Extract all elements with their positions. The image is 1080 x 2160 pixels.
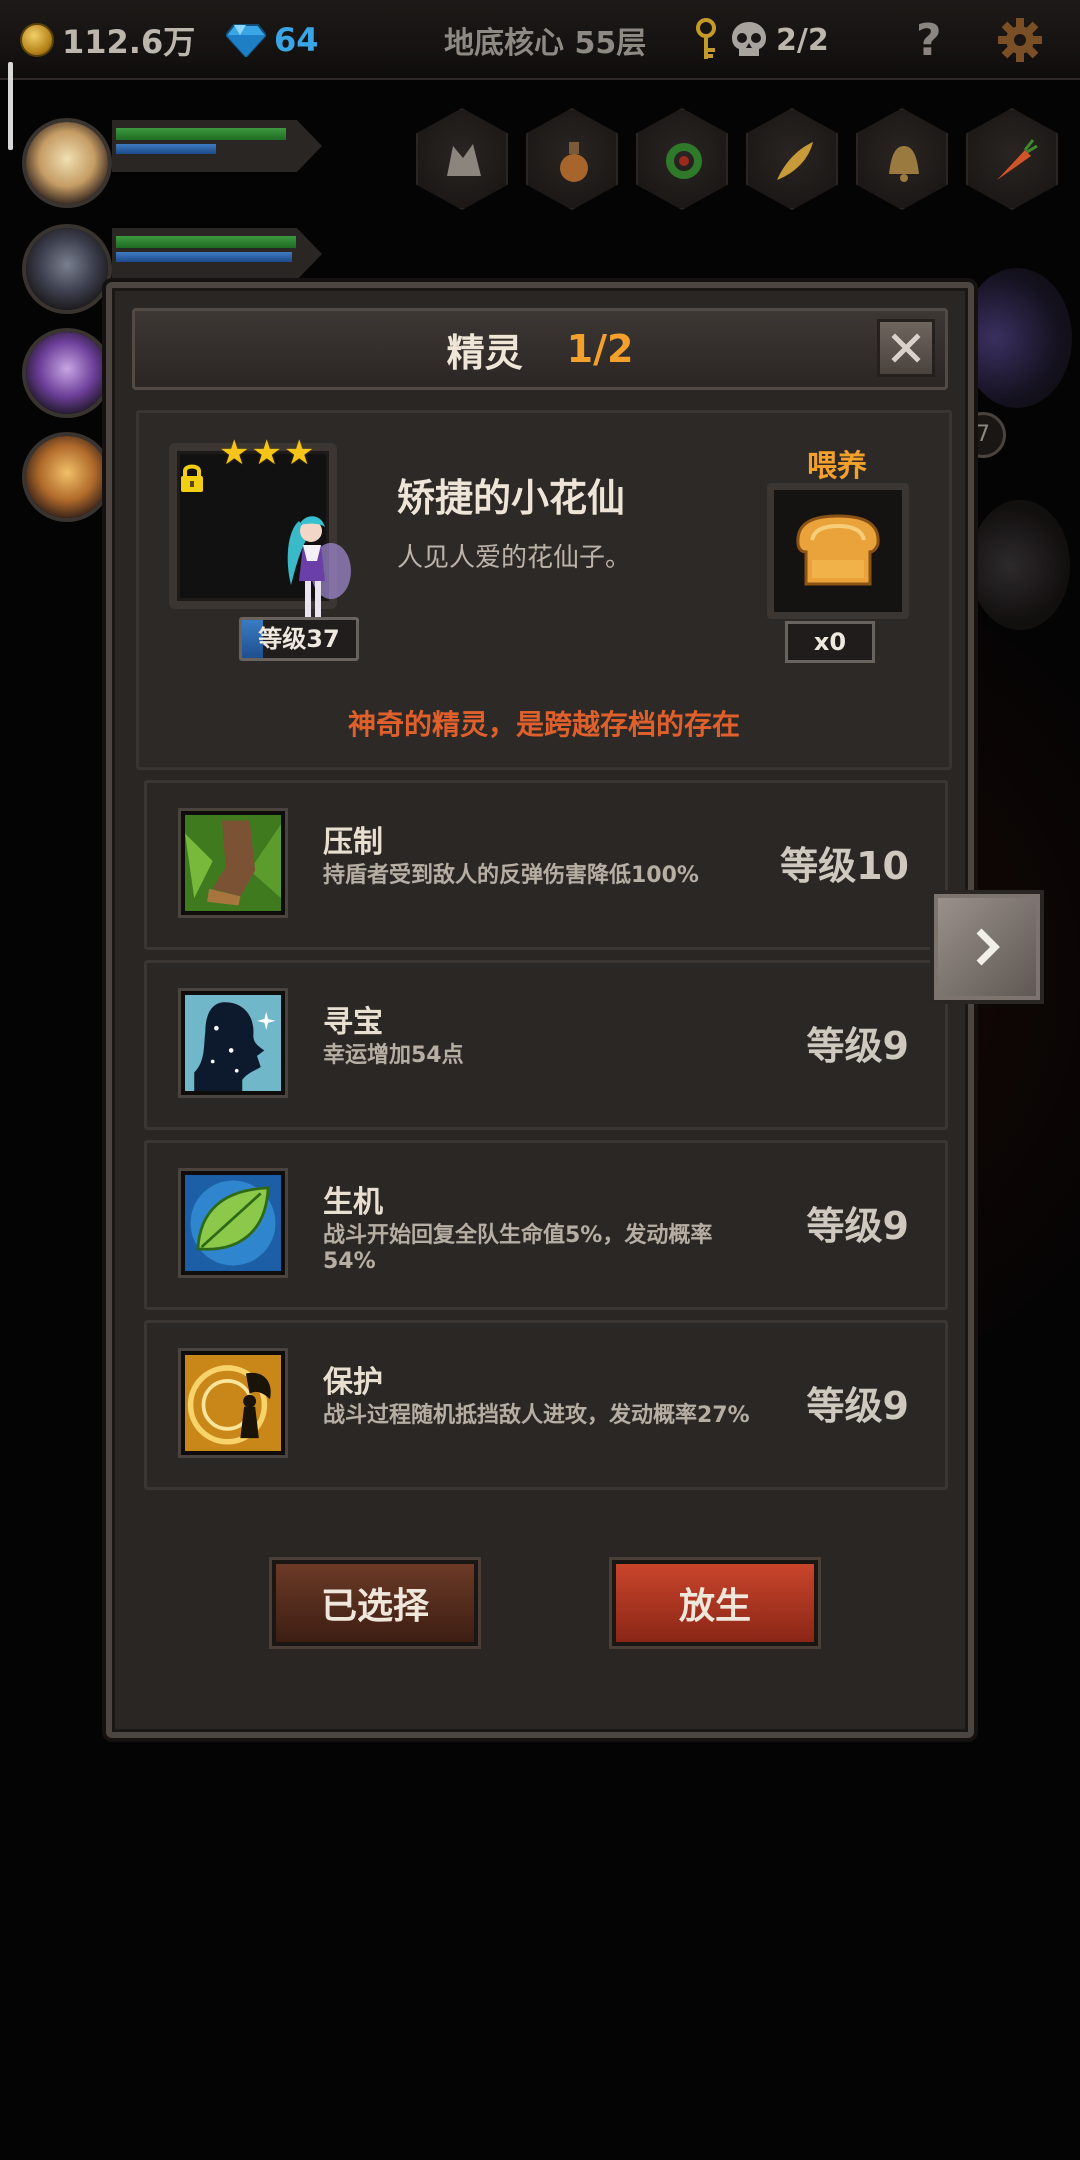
party-hero-portrait[interactable] xyxy=(22,328,112,418)
pet-note: 神奇的精灵，是跨越存档的存在 xyxy=(347,708,740,741)
gem-counter: 64 xyxy=(226,12,319,68)
skill-description: 幸运增加54点 xyxy=(323,1043,464,1068)
trinket-slot[interactable] xyxy=(526,108,618,210)
pet-level-badge: 等级37 xyxy=(239,617,359,661)
potion-icon xyxy=(560,142,588,182)
modal-title-text: 精灵 xyxy=(446,330,523,375)
modal-page-indicator: 1/2 xyxy=(566,327,634,371)
star-rating: ★★★ xyxy=(219,433,317,473)
chevron-right-icon xyxy=(976,928,1000,966)
skill-level: 等级9 xyxy=(806,1384,909,1428)
skill-row[interactable]: 生机 战斗开始回复全队生命值5%，发动概率54% 等级9 xyxy=(144,1140,948,1310)
question-mark-icon: ? xyxy=(916,14,942,66)
trinket-slot[interactable] xyxy=(636,108,728,210)
feather-icon xyxy=(777,142,813,180)
pet-description: 人见人爱的花仙子。 xyxy=(397,543,632,573)
skill-description: 持盾者受到敌人的反弹伤害降低100% xyxy=(323,863,699,888)
next-page-button[interactable] xyxy=(930,890,1044,1004)
modal-title: 精灵 1/2 xyxy=(135,311,945,387)
location-label: 地底核心 55层 xyxy=(444,26,647,61)
leaf-icon xyxy=(181,1171,285,1275)
skill-name: 保护 xyxy=(323,1365,383,1400)
background-enemy-portrait xyxy=(970,500,1070,630)
trinket-slot[interactable] xyxy=(856,108,948,210)
modal-header: 精灵 1/2 xyxy=(132,308,948,390)
party-hero-status-bar xyxy=(112,228,322,280)
diamond-icon xyxy=(226,24,266,57)
background-enemy-portrait xyxy=(962,268,1072,408)
pet-info-panel: ★★★ 等级37 矫捷的小花仙 人见人爱的花仙子。 喂养 x0 神奇的精灵，是跨… xyxy=(136,410,952,770)
close-icon xyxy=(891,333,921,363)
bread-icon xyxy=(796,514,880,586)
release-button[interactable]: 放生 xyxy=(612,1560,818,1646)
skill-row[interactable]: 寻宝 幸运增加54点 等级9 xyxy=(144,960,948,1130)
close-button[interactable] xyxy=(877,319,935,377)
food-count: x0 xyxy=(785,621,875,663)
scroll-indicator xyxy=(8,62,13,150)
coin-counter: 112.6万 xyxy=(20,12,195,68)
skull-icon xyxy=(732,22,766,56)
skill-description: 战斗开始回复全队生命值5%，发动概率54% xyxy=(323,1223,713,1274)
skill-row[interactable]: 保护 战斗过程随机抵挡敌人进攻，发动概率27% 等级9 xyxy=(144,1320,948,1490)
party-hero-portrait[interactable] xyxy=(22,224,112,314)
help-button[interactable]: ? xyxy=(916,12,942,68)
feed-label: 喂养 xyxy=(807,449,867,484)
carrot-icon xyxy=(997,139,1038,180)
trinket-slot[interactable] xyxy=(966,108,1058,210)
ring-icon xyxy=(666,143,702,179)
dungeon-location: 地底核心 55层 xyxy=(436,12,646,68)
pet-name: 矫捷的小花仙 xyxy=(397,476,626,520)
gem-amount: 64 xyxy=(274,21,319,59)
skill-description: 战斗过程随机抵挡敌人进攻，发动概率27% xyxy=(323,1403,750,1428)
bell-icon xyxy=(889,146,919,182)
key-skull-counter: 2/2 xyxy=(692,12,829,68)
party-hero-portrait[interactable] xyxy=(22,118,112,208)
party-hero-portrait[interactable] xyxy=(22,432,112,522)
skill-level: 等级9 xyxy=(806,1024,909,1068)
skull-count: 2/2 xyxy=(776,22,829,58)
coin-amount: 112.6万 xyxy=(62,23,196,61)
silhouette-sparkle-icon xyxy=(181,991,285,1095)
settings-button[interactable] xyxy=(996,12,1044,68)
skill-name: 寻宝 xyxy=(323,1005,383,1040)
beast-paw-icon xyxy=(181,811,285,915)
skill-name: 生机 xyxy=(323,1185,383,1220)
pet-level-text: 等级37 xyxy=(258,625,340,653)
key-icon xyxy=(696,18,716,59)
skill-level: 等级10 xyxy=(780,844,909,888)
pet-modal: 精灵 1/2 ★★★ 等级37 矫捷的小花仙 人见人爱的花仙子。 喂养 x0 神… xyxy=(106,282,974,1738)
gear-icon xyxy=(998,18,1042,62)
skill-level: 等级9 xyxy=(806,1204,909,1248)
coin-icon xyxy=(20,23,54,57)
skill-row[interactable]: 压制 持盾者受到敌人的反弹伤害降低100% 等级10 xyxy=(144,780,948,950)
trinket-slot[interactable] xyxy=(746,108,838,210)
feed-button[interactable] xyxy=(767,483,909,619)
top-bar: 112.6万 64 地底核心 55层 2/2 ? xyxy=(0,0,1080,80)
trinket-slot[interactable] xyxy=(416,108,508,210)
skill-name: 压制 xyxy=(323,825,383,860)
wolf-head-icon xyxy=(447,144,481,176)
selected-button[interactable]: 已选择 xyxy=(272,1560,478,1646)
fairy-shield-icon xyxy=(181,1351,285,1455)
party-hero-status-bar xyxy=(112,120,322,172)
lock-icon[interactable] xyxy=(179,463,205,493)
